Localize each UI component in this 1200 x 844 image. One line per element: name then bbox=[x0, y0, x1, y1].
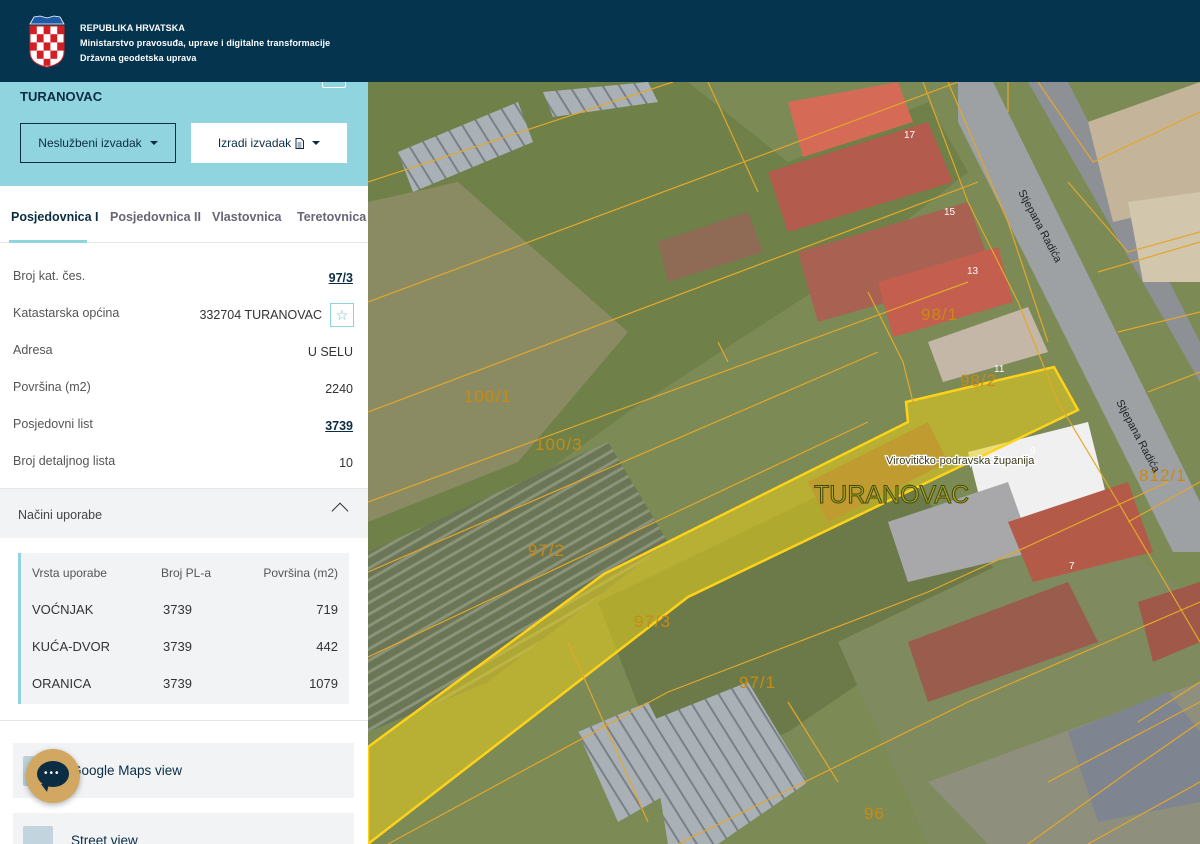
government-title: REPUBLIKA HRVATSKA Ministarstvo pravosuđ… bbox=[80, 21, 330, 66]
parcel-label: 100/3 bbox=[535, 435, 583, 454]
parcel-label: 96 bbox=[864, 804, 885, 823]
parcel-label: 812/1 bbox=[1139, 466, 1187, 485]
cell: 3739 bbox=[163, 676, 192, 691]
make-extract-button[interactable]: Izradi izvadak bbox=[191, 123, 347, 163]
unofficial-extract-button[interactable]: Neslužbeni izvadak bbox=[20, 123, 176, 163]
detail-value: 332704 TURANOVAC bbox=[199, 308, 322, 322]
sidebar-panel: TURANOVAC Neslužbeni izvadak Izradi izva… bbox=[0, 82, 368, 844]
chat-dots-icon: ••• bbox=[44, 768, 61, 779]
cell: 442 bbox=[316, 639, 338, 654]
possession-sheet-link[interactable]: 3739 bbox=[325, 419, 353, 433]
detail-label: Broj detaljnog lista bbox=[13, 454, 116, 468]
parcel-number-link[interactable]: 97/3 bbox=[329, 271, 353, 285]
detail-label: Posjedovni list bbox=[13, 417, 93, 431]
tab-posjedovnica-2[interactable]: Posjedovnica II bbox=[110, 210, 201, 224]
usage-section-header[interactable]: Načini uporabe bbox=[0, 488, 368, 538]
chevron-up-icon[interactable] bbox=[331, 502, 349, 520]
detail-row: Katastarska općina 332704 TURANOVAC ☆ bbox=[0, 294, 368, 331]
place-name: TURANOVAC bbox=[20, 89, 103, 104]
document-icon bbox=[295, 137, 305, 149]
gov-line-3: Državna geodetska uprava bbox=[80, 53, 197, 63]
tab-bar: Posjedovnica I Posjedovnica II Vlastovni… bbox=[0, 186, 368, 243]
parcel-label: 98/1 bbox=[921, 305, 958, 324]
detail-row: Broj kat. čes. 97/3 bbox=[0, 257, 368, 294]
detail-row: Broj detaljnog lista 10 bbox=[0, 442, 368, 479]
close-box[interactable] bbox=[322, 82, 346, 88]
make-extract-label: Izradi izvadak bbox=[217, 136, 292, 150]
parcel-label: 97/3 bbox=[634, 612, 671, 631]
parcel-label: 97/1 bbox=[739, 673, 776, 692]
top-header: REPUBLIKA HRVATSKA Ministarstvo pravosuđ… bbox=[0, 0, 1200, 82]
cell: 719 bbox=[316, 602, 338, 617]
usage-section-title: Načini uporabe bbox=[18, 508, 103, 522]
detail-value: U SELU bbox=[307, 345, 353, 359]
gov-line-1: REPUBLIKA HRVATSKA bbox=[80, 23, 185, 33]
detail-row: Adresa U SELU bbox=[0, 331, 368, 368]
cell: 3739 bbox=[163, 602, 192, 617]
village-label: TURANOVAC bbox=[814, 481, 969, 509]
parcel-details: Broj kat. čes. 97/3 Katastarska općina 3… bbox=[0, 243, 368, 479]
cell: 1079 bbox=[309, 676, 338, 691]
col-header: Površina (m2) bbox=[263, 566, 338, 580]
tab-teretovnica[interactable]: Teretovnica bbox=[297, 210, 366, 224]
detail-label: Površina (m2) bbox=[13, 380, 91, 394]
col-header: Vrsta uporabe bbox=[32, 566, 107, 580]
detail-value: 2240 bbox=[325, 382, 353, 396]
detail-value: 10 bbox=[339, 456, 353, 470]
cell: 3739 bbox=[163, 639, 192, 654]
tab-posjedovnica-1[interactable]: Posjedovnica I bbox=[11, 210, 99, 224]
caret-down-icon bbox=[312, 141, 321, 145]
detail-label: Katastarska općina bbox=[13, 306, 120, 320]
street-view-button[interactable]: Street view bbox=[13, 813, 354, 844]
parcel-header: TURANOVAC Neslužbeni izvadak Izradi izva… bbox=[0, 82, 368, 186]
detail-label: Broj kat. čes. bbox=[13, 269, 86, 283]
usage-table: Vrsta uporabe Broj PL-a Površina (m2) VO… bbox=[18, 553, 349, 704]
favorite-star-icon[interactable]: ☆ bbox=[330, 303, 354, 327]
pegman-icon bbox=[23, 826, 53, 844]
county-label: Virovitičko-podravska županija bbox=[886, 455, 1035, 467]
aerial-map[interactable]: 100/1 100/3 97/2 97/3 97/1 98/1 98/2 812… bbox=[368, 82, 1200, 844]
house-number: 17 bbox=[904, 130, 916, 141]
house-number: 13 bbox=[967, 266, 979, 277]
coat-of-arms-icon bbox=[29, 15, 65, 68]
col-header: Broj PL-a bbox=[161, 566, 212, 580]
caret-down-icon bbox=[149, 141, 158, 145]
map-view[interactable]: 100/1 100/3 97/2 97/3 97/1 98/1 98/2 812… bbox=[368, 82, 1200, 844]
house-number: 15 bbox=[944, 207, 956, 218]
gov-line-2: Ministarstvo pravosuđa, uprave i digital… bbox=[80, 38, 331, 48]
tab-vlastovnica[interactable]: Vlastovnica bbox=[212, 210, 281, 224]
cell: KUĆA-DVOR bbox=[32, 639, 111, 654]
house-number: 19 bbox=[876, 82, 888, 85]
cell: VOĆNJAK bbox=[32, 602, 94, 617]
chat-button[interactable]: ••• bbox=[26, 749, 80, 803]
parcel-label: 98/2 bbox=[960, 371, 997, 390]
unofficial-extract-label: Neslužbeni izvadak bbox=[38, 136, 142, 150]
house-number: 7 bbox=[1069, 561, 1075, 572]
google-maps-label: Google Maps view bbox=[71, 763, 183, 778]
street-view-label: Street view bbox=[71, 833, 138, 844]
detail-label: Adresa bbox=[13, 343, 53, 357]
cell: ORANICA bbox=[32, 676, 92, 691]
parcel-label: 97/2 bbox=[528, 541, 565, 560]
detail-row: Površina (m2) 2240 bbox=[0, 368, 368, 405]
house-number: 11 bbox=[994, 364, 1005, 375]
parcel-label: 100/1 bbox=[464, 387, 512, 406]
divider bbox=[0, 720, 368, 721]
detail-row: Posjedovni list 3739 bbox=[0, 405, 368, 442]
